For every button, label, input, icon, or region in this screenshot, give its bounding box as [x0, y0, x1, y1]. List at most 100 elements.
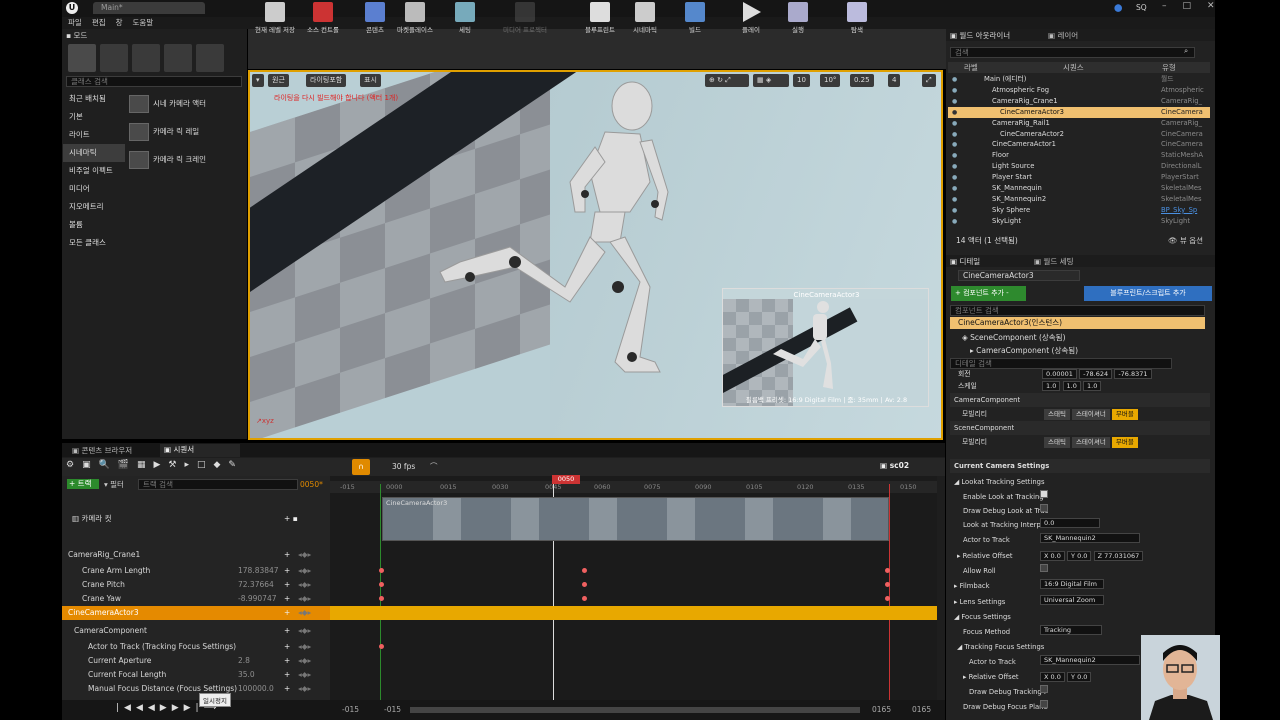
geometry-mode-icon[interactable]	[196, 44, 224, 72]
tab-content-browser[interactable]: ▣ 콘텐츠 브라우저	[72, 445, 152, 456]
mobility-stationary-2[interactable]: 스테이셔너	[1071, 437, 1110, 448]
category-geometry[interactable]: 지오메트리	[63, 198, 125, 216]
mobility-movable-2[interactable]: 무버블	[1111, 437, 1138, 448]
add-blueprint-button[interactable]: 블루프린트/스크립트 추가	[1084, 286, 1212, 301]
place-camera-rail[interactable]: 카메라 릭 레일	[127, 121, 247, 143]
sequencer-track-row[interactable]: CameraRig_Crane1 + ◂◆▸	[62, 548, 330, 562]
key-nav-icons[interactable]: ◂◆▸	[298, 682, 311, 696]
grid-snap[interactable]: 10	[793, 74, 810, 87]
source-control-icon[interactable]: ⬤	[1114, 3, 1122, 12]
camera-component-header[interactable]: CameraComponent	[950, 393, 1210, 407]
category-all[interactable]: 모든 클래스	[63, 234, 125, 252]
scale-x[interactable]: 1.0	[1042, 381, 1061, 391]
surface-snap[interactable]: ▦ ◈	[753, 74, 789, 87]
offset-z[interactable]: Z 77.031067	[1093, 551, 1144, 561]
playhead-marker[interactable]: 0050	[552, 475, 580, 484]
rot-y[interactable]: -78.624	[1079, 369, 1113, 379]
filmback-select[interactable]: 16:9 Digital Film	[1040, 579, 1104, 589]
lens-select[interactable]: Universal Zoom	[1040, 595, 1104, 605]
add-key-button[interactable]: +	[284, 624, 290, 638]
sequencer-track-row[interactable]: Manual Focus Distance (Focus Settings) 10…	[62, 682, 330, 696]
outliner-row[interactable]: ● Sky Sphere BP_Sky_Sp	[948, 205, 1210, 216]
outliner-row[interactable]: ● Main (에디터) 월드	[948, 74, 1210, 85]
end-frame[interactable]: 0165	[912, 705, 931, 714]
add-key-button[interactable]: +	[284, 548, 290, 562]
track-value[interactable]: 35.0	[238, 668, 255, 682]
offset-x[interactable]: X 0.0	[1040, 551, 1065, 561]
scene-component-header[interactable]: SceneComponent	[950, 421, 1210, 435]
rot-z[interactable]: -76.8371	[1114, 369, 1152, 379]
category-volumes[interactable]: 볼륨	[63, 216, 125, 234]
visibility-eye-icon[interactable]: ●	[952, 74, 957, 85]
key-nav-icons[interactable]: ◂◆▸	[298, 564, 311, 578]
outliner-row[interactable]: ● CineCameraActor3 CineCamera	[948, 106, 1210, 118]
keyframe[interactable]	[582, 596, 587, 601]
draw-tracking-checkbox[interactable]	[1040, 685, 1048, 693]
category-vfx[interactable]: 비주얼 이펙트	[63, 162, 125, 180]
perspective-button[interactable]: 원근	[268, 74, 289, 87]
landscape-mode-icon[interactable]	[132, 44, 160, 72]
outliner-row[interactable]: ● CineCameraActor1 CineCamera	[948, 139, 1210, 150]
maximize-viewport-icon[interactable]: ⤢	[922, 74, 936, 87]
tab-world-outliner[interactable]: ▣ 월드 아웃라이너	[950, 30, 1010, 41]
timeline-scrollbar[interactable]	[410, 707, 860, 713]
tf-offset-y[interactable]: Y 0.0	[1067, 672, 1092, 682]
visibility-eye-icon[interactable]: ●	[952, 194, 957, 205]
launch-button[interactable]: 실행	[773, 2, 823, 38]
visibility-eye-icon[interactable]: ●	[952, 118, 957, 129]
sequencer-track-row[interactable]: Current Aperture 2.8 + ◂◆▸	[62, 654, 330, 668]
keyframe[interactable]	[379, 596, 384, 601]
actor-to-track-select[interactable]: SK_Mannequin2	[1040, 533, 1140, 543]
outliner-search-input[interactable]: 검색	[950, 47, 1195, 58]
mobility-movable[interactable]: 무버블	[1111, 409, 1138, 420]
actor-name-field[interactable]: CineCameraActor3	[958, 270, 1080, 281]
focus-method-select[interactable]: Tracking	[1040, 625, 1102, 635]
key-nav-icons[interactable]: ◂◆▸	[298, 640, 311, 654]
view-options-button[interactable]: 👁 뷰 옵션	[1168, 235, 1203, 246]
sequencer-track-row[interactable]: Actor to Track (Tracking Focus Settings)…	[62, 640, 330, 654]
lookat-interp-input[interactable]: 0.0	[1040, 518, 1100, 528]
draw-plane-checkbox[interactable]	[1040, 700, 1048, 708]
settings-button[interactable]: 세팅	[440, 2, 490, 38]
minimize-icon[interactable]: –	[1162, 1, 1167, 11]
visibility-eye-icon[interactable]: ●	[952, 85, 957, 96]
key-nav-icons[interactable]: ◂◆▸	[298, 578, 311, 592]
transform-tools[interactable]: ⊕ ↻ ⤢	[705, 74, 749, 87]
place-mode-icon[interactable]	[68, 44, 96, 72]
close-icon[interactable]: ✕	[1207, 1, 1215, 11]
outliner-row[interactable]: ● CameraRig_Crane1 CameraRig_	[948, 96, 1210, 107]
outliner-row[interactable]: ● Atmospheric Fog Atmospheric	[948, 85, 1210, 96]
foliage-mode-icon[interactable]	[164, 44, 192, 72]
build-button[interactable]: 빌드	[670, 2, 720, 38]
keyframe[interactable]	[885, 568, 890, 573]
visibility-eye-icon[interactable]: ●	[952, 139, 957, 150]
current-camera-settings-header[interactable]: Current Camera Settings	[950, 459, 1210, 473]
keyframe[interactable]	[379, 568, 384, 573]
add-key-button[interactable]: +	[284, 682, 290, 696]
outliner-row[interactable]: ● CineCameraActor2 CineCamera	[948, 129, 1210, 140]
add-key-button[interactable]: +	[284, 640, 290, 654]
enable-lookat-checkbox[interactable]	[1040, 490, 1048, 498]
menu-window[interactable]: 창	[116, 18, 123, 27]
category-recent[interactable]: 최근 배치됨	[63, 90, 125, 108]
mobility-stationary[interactable]: 스테이셔너	[1071, 409, 1110, 420]
keyframe[interactable]	[885, 596, 890, 601]
filter-button[interactable]: ▾ 필터	[104, 479, 124, 490]
save-button[interactable]: 현재 레벨 저장	[250, 2, 300, 38]
component-root[interactable]: CineCameraActor3(인스턴스)	[950, 317, 1205, 329]
snap-magnet-icon[interactable]: ∩	[352, 459, 370, 475]
visibility-eye-icon[interactable]: ●	[952, 183, 957, 194]
place-camera-crane[interactable]: 카메라 릭 크레인	[127, 149, 247, 171]
tf-actor-select[interactable]: SK_Mannequin2	[1040, 655, 1140, 665]
camera-speed[interactable]: 4	[888, 74, 901, 87]
key-nav-icons[interactable]: ◂◆▸	[298, 668, 311, 682]
add-key-button[interactable]: +	[284, 654, 290, 668]
add-key-button[interactable]: +	[284, 592, 290, 606]
add-key-button[interactable]: +	[284, 668, 290, 682]
time-ruler[interactable]: -015000000150030004500600075009001050120…	[330, 481, 937, 493]
visibility-eye-icon[interactable]: ●	[952, 96, 957, 107]
track-value[interactable]: 2.8	[238, 654, 250, 668]
keyframe[interactable]	[379, 644, 384, 649]
draw-debug-lookat-checkbox[interactable]	[1040, 504, 1048, 512]
visibility-eye-icon[interactable]: ●	[952, 216, 957, 227]
